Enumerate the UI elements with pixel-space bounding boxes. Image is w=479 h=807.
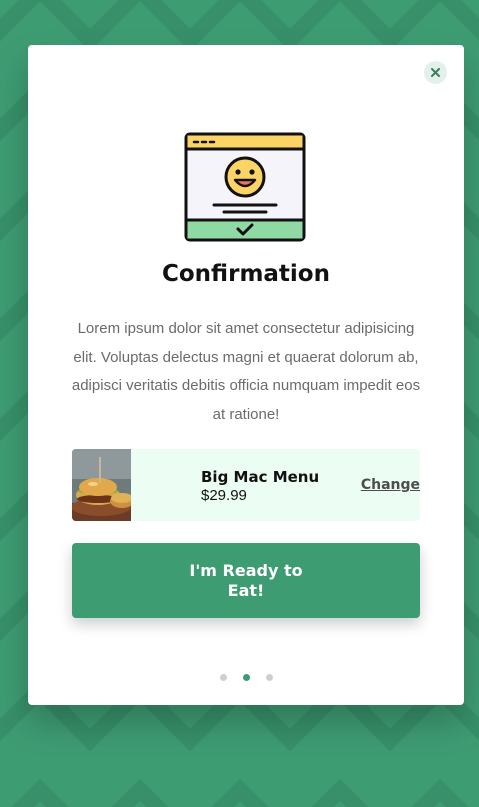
pagination-dot-2[interactable] [242,674,250,681]
pagination-dot-1[interactable] [219,674,227,681]
order-item-price: $29.99 [201,487,247,504]
modal-description: Lorem ipsum dolor sit amet consectetur a… [71,320,421,423]
ready-to-eat-button[interactable]: I'm Ready to Eat! [72,543,420,618]
confirmation-modal: Confirmation Lorem ipsum dolor sit amet … [28,45,464,705]
modal-title: Confirmation [162,261,330,287]
close-icon [431,68,440,77]
pagination-dot-3[interactable] [265,674,273,681]
close-button[interactable] [424,61,447,84]
order-item-name: Big Mac Menu [201,468,320,486]
ready-to-eat-button-label: I'm Ready to Eat! [189,560,303,600]
change-order-link[interactable]: Change [361,477,420,493]
order-summary-card: Big Mac Menu $29.99 Change [72,449,420,521]
pagination-dots [28,674,464,681]
burger-photo [72,449,131,521]
smiley-confirmation-window-icon [184,132,306,242]
